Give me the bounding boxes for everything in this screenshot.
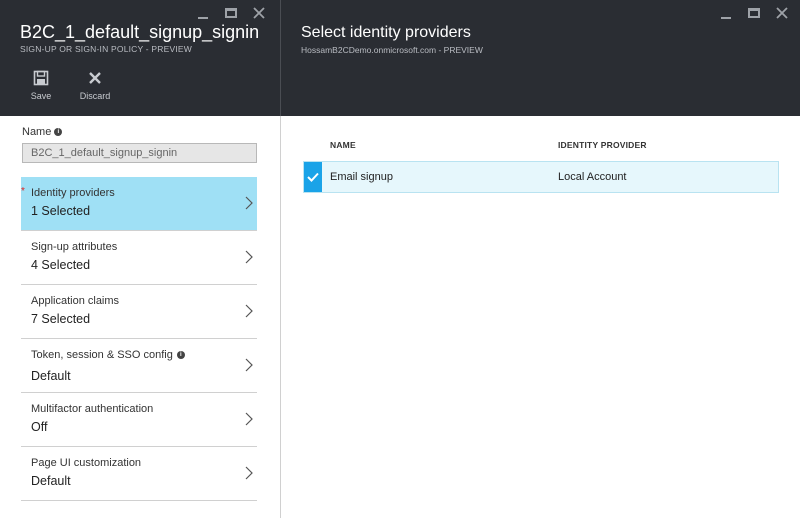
chevron-right-icon <box>245 412 253 426</box>
settings-item-token-session-sso[interactable]: Token, session & SSO config i Default <box>21 339 257 393</box>
settings-item-application-claims[interactable]: Application claims 7 Selected <box>21 285 257 339</box>
identity-providers-title: Select identity providers <box>301 24 471 41</box>
row-name: Email signup <box>330 171 393 183</box>
table-header: NAME IDENTITY PROVIDER <box>303 136 779 158</box>
blade-divider-lower <box>280 116 281 518</box>
settings-item-title: Application claims <box>31 295 120 307</box>
chevron-right-icon <box>245 466 253 480</box>
chevron-right-icon <box>245 304 253 318</box>
policy-window-controls <box>196 6 266 20</box>
minimize-icon[interactable] <box>196 6 210 20</box>
policy-subtitle: SIGN-UP OR SIGN-IN POLICY - PREVIEW <box>20 44 192 54</box>
info-icon[interactable]: i <box>54 128 63 136</box>
chevron-right-icon <box>245 250 253 264</box>
settings-item-multifactor-auth[interactable]: Multifactor authentication Off <box>21 393 257 447</box>
identity-providers-subtitle: HossamB2CDemo.onmicrosoft.com - PREVIEW <box>301 45 483 55</box>
name-label-text: Name <box>22 126 52 138</box>
identity-window-controls <box>719 6 789 20</box>
minimize-icon[interactable] <box>719 6 733 20</box>
name-field-label: Name i <box>22 126 63 138</box>
close-icon[interactable] <box>775 6 789 20</box>
close-icon[interactable] <box>252 6 266 20</box>
discard-button[interactable]: Discard <box>70 70 120 101</box>
settings-item-title: Token, session & SSO config <box>31 349 173 361</box>
settings-item-signup-attributes[interactable]: Sign-up attributes 4 Selected <box>21 231 257 285</box>
policy-blade-header: B2C_1_default_signup_signin SIGN-UP OR S… <box>0 0 280 116</box>
settings-item-identity-providers[interactable]: * Identity providers 1 Selected <box>21 177 257 231</box>
required-marker: * <box>21 186 25 197</box>
discard-label: Discard <box>79 91 111 101</box>
settings-item-title: Sign-up attributes <box>31 241 118 253</box>
chevron-right-icon <box>245 358 253 372</box>
chevron-right-icon <box>245 196 253 210</box>
identity-providers-table: NAME IDENTITY PROVIDER Email signup Loca… <box>303 136 779 193</box>
policy-settings-list: * Identity providers 1 Selected Sign-up … <box>21 177 257 501</box>
discard-icon <box>89 72 101 84</box>
settings-item-value: Default <box>31 369 71 383</box>
portal-root: B2C_1_default_signup_signin SIGN-UP OR S… <box>0 0 800 518</box>
save-icon <box>33 70 49 86</box>
name-field[interactable]: B2C_1_default_signup_signin <box>22 143 257 163</box>
row-identity-provider: Local Account <box>558 171 627 183</box>
settings-item-page-ui-customization[interactable]: Page UI customization Default <box>21 447 257 501</box>
settings-item-value: Default <box>31 474 71 488</box>
save-label: Save <box>30 91 52 101</box>
settings-item-value: 7 Selected <box>31 312 91 326</box>
policy-title: B2C_1_default_signup_signin <box>20 22 260 42</box>
identity-providers-blade-header: Select identity providers HossamB2CDemo.… <box>281 0 800 116</box>
info-icon[interactable]: i <box>176 351 185 359</box>
settings-item-title: Page UI customization <box>31 457 142 469</box>
settings-item-value: Off <box>31 420 48 434</box>
settings-item-value: 1 Selected <box>31 204 91 218</box>
checkbox-checked[interactable] <box>304 162 322 192</box>
column-header-identity-provider[interactable]: IDENTITY PROVIDER <box>558 140 647 150</box>
checkmark-icon <box>307 172 319 182</box>
column-header-name[interactable]: NAME <box>330 140 356 150</box>
maximize-icon[interactable] <box>747 6 761 20</box>
settings-item-title: Identity providers <box>31 187 115 199</box>
table-row[interactable]: Email signup Local Account <box>303 161 779 193</box>
settings-item-value: 4 Selected <box>31 258 91 272</box>
policy-blade: B2C_1_default_signup_signin SIGN-UP OR S… <box>0 0 280 518</box>
save-button[interactable]: Save <box>16 70 66 101</box>
settings-item-title: Multifactor authentication <box>31 403 154 415</box>
maximize-icon[interactable] <box>224 6 238 20</box>
